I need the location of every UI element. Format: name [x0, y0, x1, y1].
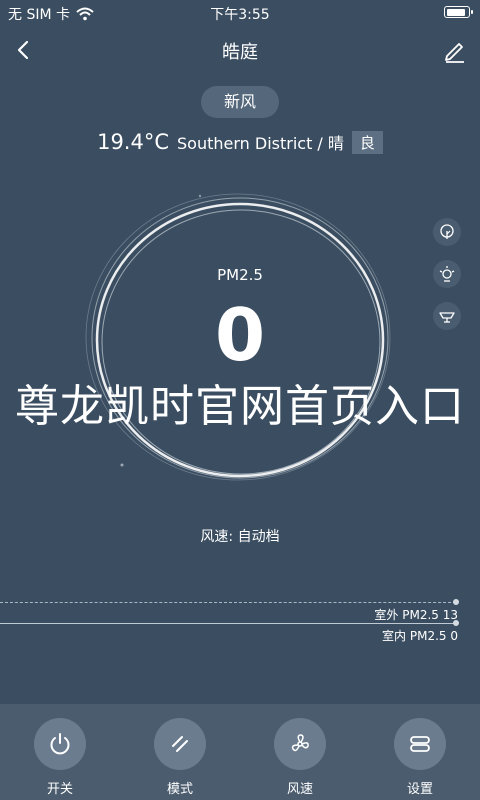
pencil-icon: [445, 43, 464, 63]
side-icons: [433, 218, 465, 344]
page-title: 皓庭: [222, 42, 258, 63]
settings-icon: [410, 736, 430, 752]
settings-button[interactable]: 设置: [380, 718, 460, 797]
settings-label: 设置: [406, 782, 433, 797]
indoor-pm-dot: [453, 620, 459, 626]
status-bar: 无 SIM 卡 下午3:55: [0, 0, 480, 26]
edit-button[interactable]: [438, 34, 470, 66]
weather-info: 19.4°C Southern District / 晴 良: [0, 130, 480, 154]
location-weather: Southern District / 晴: [177, 134, 344, 153]
light-button[interactable]: [433, 260, 461, 288]
leaf-icon: [440, 224, 454, 239]
air-quality-badge: 良: [351, 130, 383, 154]
watermark-text: 尊龙凯时官网首页入口: [15, 381, 465, 432]
battery-fill: [446, 8, 465, 16]
fan-speed-button[interactable]: 风速: [260, 718, 340, 797]
power-label: 开关: [46, 782, 73, 797]
status-time: 下午3:55: [210, 7, 270, 23]
fan-speed-text: 风速: 自动档: [200, 529, 280, 545]
lamp-button[interactable]: [433, 302, 461, 330]
nav-bar: 皓庭: [0, 30, 480, 70]
power-circle[interactable]: [34, 718, 86, 770]
light-bulb-icon: [439, 266, 455, 282]
pm-value: 0: [214, 293, 266, 377]
settings-circle[interactable]: [394, 718, 446, 770]
battery-icon: [444, 6, 473, 18]
power-button[interactable]: 开关: [20, 718, 100, 797]
outdoor-pm-dot: [453, 599, 459, 605]
mode-label: 模式: [166, 782, 193, 797]
outdoor-pm-line: [0, 602, 456, 603]
temperature: 19.4°C: [97, 130, 169, 154]
outdoor-pm-reading: 室外 PM2.5 13: [374, 608, 458, 622]
fan-icon: [291, 734, 309, 752]
power-icon: [50, 733, 70, 755]
pm-label: PM2.5: [217, 266, 263, 284]
indoor-pm-line: [0, 623, 456, 624]
bottom-bar: 开关 模式 风速 设置: [0, 704, 480, 800]
mode-icon: [172, 736, 188, 752]
leaf-button[interactable]: [433, 218, 461, 246]
indoor-pm-reading: 室内 PM2.5 0: [382, 629, 458, 643]
fan-circle[interactable]: [274, 718, 326, 770]
fan-speed-label: 风速: [286, 782, 313, 797]
mode-button[interactable]: 模式: [140, 718, 220, 797]
lamp-icon: [439, 312, 455, 323]
mode-pill[interactable]: 新风: [201, 86, 279, 118]
mode-circle[interactable]: [154, 718, 206, 770]
